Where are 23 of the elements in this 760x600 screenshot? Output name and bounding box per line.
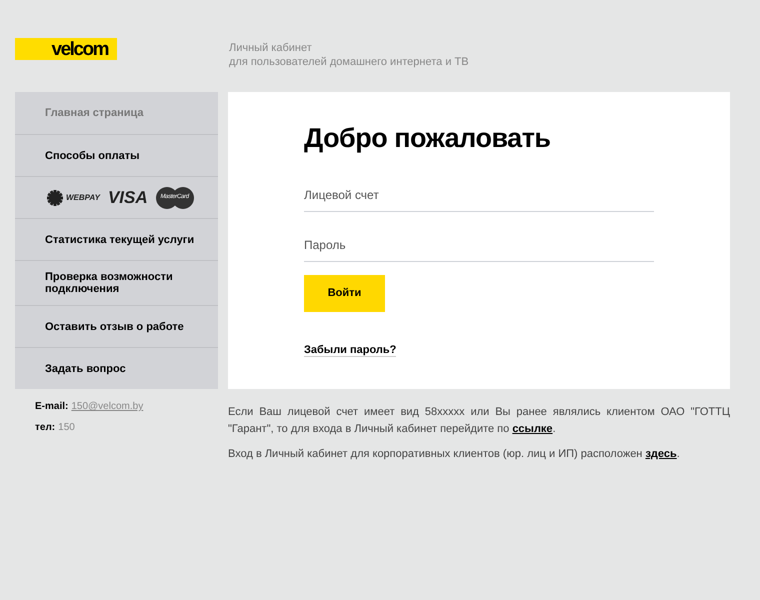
header-subtitle: для пользователей домашнего интернета и ТВ: [229, 55, 469, 69]
phone-number: 150: [58, 421, 75, 435]
login-button[interactable]: Войти: [304, 275, 385, 312]
visa-logo: VISA: [108, 189, 148, 206]
sidebar-item[interactable]: Статистика текущей услуги: [45, 234, 194, 246]
header-title: Личный кабинет: [229, 41, 313, 55]
sidebar-item[interactable]: Способы оплаты: [45, 150, 140, 162]
text-link[interactable]: ссылке: [512, 423, 553, 435]
contact-label: тел:: [35, 421, 56, 435]
webpay-logo: WEBPAY: [46, 188, 100, 206]
sun-icon: [46, 188, 64, 206]
info-paragraph: Вход в Личный кабинет для корпоративных клиентов (юр. лиц и ИП) расположен здесь.: [228, 447, 681, 462]
welcome-title: Добро пожаловать: [304, 122, 552, 154]
text-link[interactable]: здесь: [645, 448, 677, 460]
info-paragraph: Если Ваш лицевой счет имеет вид 58xxxxx или Вы ранее являлись клиентом ОАО "ГОТТЦ "Гарант", то для входа в Личный кабинет перейдите по ссылке.: [228, 405, 730, 437]
input-field[interactable]: Пароль: [304, 228, 654, 262]
input-field[interactable]: Лицевой счет: [304, 178, 654, 212]
sidebar-item[interactable]: Задать вопрос: [45, 362, 126, 374]
sidebar-item[interactable]: Проверка возможности подключения: [45, 271, 208, 295]
contact-label: E-mail:: [35, 400, 68, 414]
velcom-logo[interactable]: velcom: [15, 38, 117, 60]
forgot-password-link[interactable]: Забыли пароль?: [304, 344, 396, 357]
sidebar-item[interactable]: Оставить отзыв о работе: [45, 320, 184, 332]
